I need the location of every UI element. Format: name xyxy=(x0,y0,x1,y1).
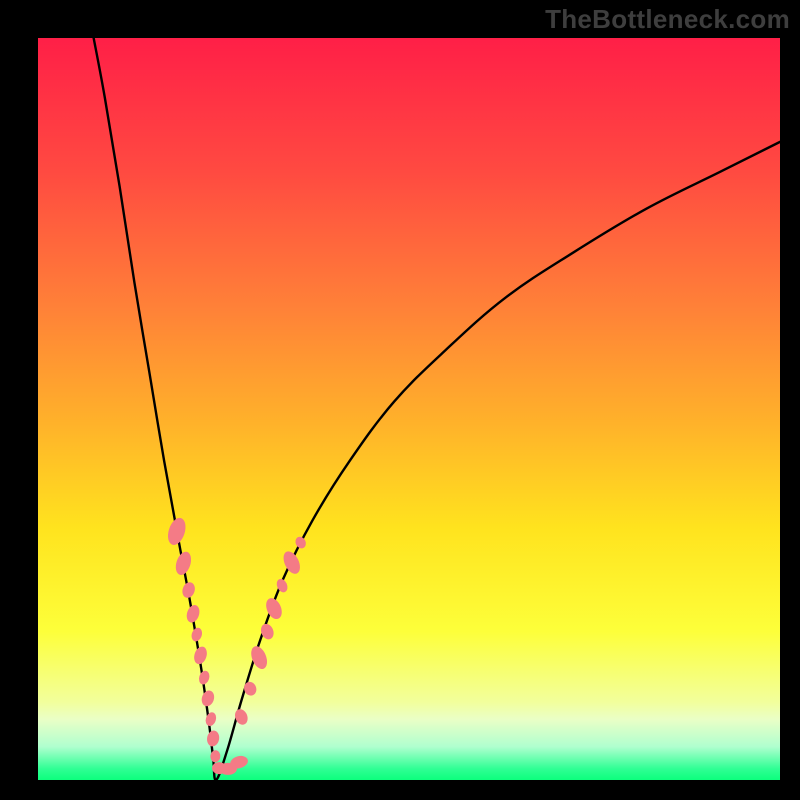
gradient-background xyxy=(38,38,780,780)
plot-area xyxy=(38,38,780,780)
plot-svg xyxy=(38,38,780,780)
watermark-text: TheBottleneck.com xyxy=(545,4,790,35)
chart-stage: TheBottleneck.com xyxy=(0,0,800,800)
